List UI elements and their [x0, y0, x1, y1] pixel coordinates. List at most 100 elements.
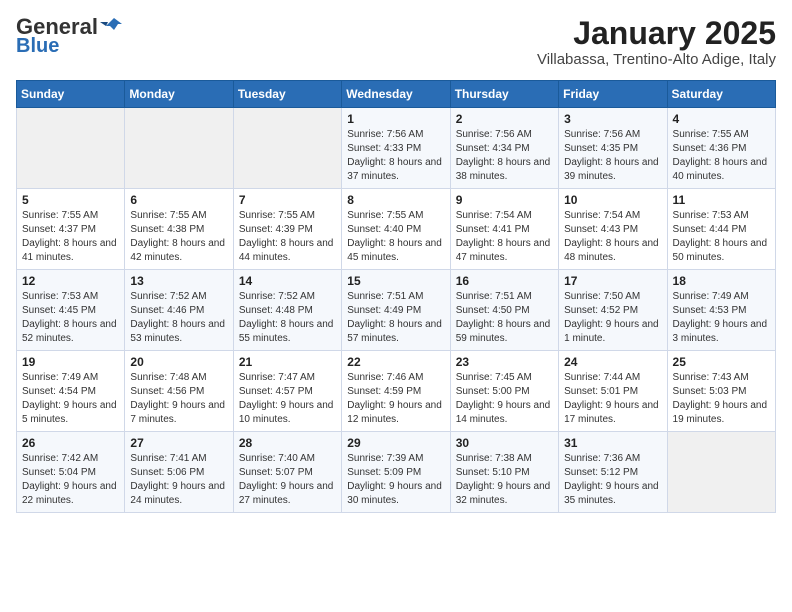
day-number: 14 [239, 274, 336, 288]
day-number: 19 [22, 355, 119, 369]
day-number: 9 [456, 193, 553, 207]
calendar-week-4: 19 Sunrise: 7:49 AMSunset: 4:54 PMDayligh… [17, 351, 776, 432]
day-number: 2 [456, 112, 553, 126]
calendar-cell: 6 Sunrise: 7:55 AMSunset: 4:38 PMDaylight… [125, 189, 233, 270]
day-number: 15 [347, 274, 444, 288]
calendar-cell: 21 Sunrise: 7:47 AMSunset: 4:57 PMDayligh… [233, 351, 341, 432]
logo-blue-text: Blue [16, 36, 59, 56]
day-number: 7 [239, 193, 336, 207]
calendar-week-1: 1 Sunrise: 7:56 AMSunset: 4:33 PMDaylight… [17, 108, 776, 189]
calendar-cell: 30 Sunrise: 7:38 AMSunset: 5:10 PMDayligh… [450, 432, 558, 513]
day-info: Sunrise: 7:56 AMSunset: 4:33 PMDaylight:… [347, 128, 444, 184]
calendar-cell: 26 Sunrise: 7:42 AMSunset: 5:04 PMDayligh… [17, 432, 125, 513]
calendar-cell [233, 108, 341, 189]
day-info: Sunrise: 7:55 AMSunset: 4:39 PMDaylight:… [239, 209, 336, 265]
calendar-cell: 1 Sunrise: 7:56 AMSunset: 4:33 PMDaylight… [342, 108, 450, 189]
calendar-header-saturday: Saturday [667, 81, 775, 108]
day-info: Sunrise: 7:46 AMSunset: 4:59 PMDaylight:… [347, 371, 444, 427]
calendar-cell: 20Sunrise: 7:48 AMSunset: 4:56 PMDayligh… [125, 351, 233, 432]
calendar-cell: 15 Sunrise: 7:51 AMSunset: 4:49 PMDayligh… [342, 270, 450, 351]
day-number: 21 [239, 355, 336, 369]
day-number: 23 [456, 355, 553, 369]
calendar-header-row: SundayMondayTuesdayWednesdayThursdayFrid… [17, 81, 776, 108]
title-block: January 2025 Villabassa, Trentino-Alto A… [537, 16, 776, 68]
calendar-cell: 24 Sunrise: 7:44 AMSunset: 5:01 PMDayligh… [559, 351, 667, 432]
day-number: 6 [130, 193, 227, 207]
day-number: 8 [347, 193, 444, 207]
day-number: 26 [22, 436, 119, 450]
day-info: Sunrise: 7:56 AMSunset: 4:34 PMDaylight:… [456, 128, 553, 184]
calendar-header-sunday: Sunday [17, 81, 125, 108]
calendar-cell: 22Sunrise: 7:46 AMSunset: 4:59 PMDayligh… [342, 351, 450, 432]
calendar-cell: 25Sunrise: 7:43 AMSunset: 5:03 PMDayligh… [667, 351, 775, 432]
day-info: Sunrise: 7:52 AMSunset: 4:48 PMDaylight:… [239, 290, 336, 346]
calendar-header-wednesday: Wednesday [342, 81, 450, 108]
day-info: Sunrise: 7:49 AMSunset: 4:54 PMDaylight:… [22, 371, 119, 427]
day-number: 13 [130, 274, 227, 288]
day-info: Sunrise: 7:47 AMSunset: 4:57 PMDaylight:… [239, 371, 336, 427]
calendar-cell: 9 Sunrise: 7:54 AMSunset: 4:41 PMDaylight… [450, 189, 558, 270]
calendar-cell: 29 Sunrise: 7:39 AMSunset: 5:09 PMDayligh… [342, 432, 450, 513]
day-info: Sunrise: 7:48 AMSunset: 4:56 PMDaylight:… [130, 371, 227, 427]
calendar-week-2: 5 Sunrise: 7:55 AMSunset: 4:37 PMDaylight… [17, 189, 776, 270]
day-number: 5 [22, 193, 119, 207]
day-info: Sunrise: 7:44 AMSunset: 5:01 PMDaylight:… [564, 371, 661, 427]
day-info: Sunrise: 7:41 AMSunset: 5:06 PMDaylight:… [130, 452, 227, 508]
calendar-cell: 11 Sunrise: 7:53 AMSunset: 4:44 PMDayligh… [667, 189, 775, 270]
day-info: Sunrise: 7:55 AMSunset: 4:38 PMDaylight:… [130, 209, 227, 265]
day-number: 25 [673, 355, 770, 369]
calendar-cell: 13Sunrise: 7:52 AMSunset: 4:46 PMDayligh… [125, 270, 233, 351]
calendar-cell [17, 108, 125, 189]
calendar-cell: 5 Sunrise: 7:55 AMSunset: 4:37 PMDaylight… [17, 189, 125, 270]
day-info: Sunrise: 7:40 AMSunset: 5:07 PMDaylight:… [239, 452, 336, 508]
calendar-header-friday: Friday [559, 81, 667, 108]
day-info: Sunrise: 7:54 AMSunset: 4:41 PMDaylight:… [456, 209, 553, 265]
day-number: 28 [239, 436, 336, 450]
day-number: 29 [347, 436, 444, 450]
day-number: 10 [564, 193, 661, 207]
day-number: 4 [673, 112, 770, 126]
calendar-cell [667, 432, 775, 513]
day-info: Sunrise: 7:49 AMSunset: 4:53 PMDaylight:… [673, 290, 770, 346]
day-number: 1 [347, 112, 444, 126]
calendar-cell: 23Sunrise: 7:45 AMSunset: 5:00 PMDayligh… [450, 351, 558, 432]
day-number: 3 [564, 112, 661, 126]
calendar-week-5: 26 Sunrise: 7:42 AMSunset: 5:04 PMDayligh… [17, 432, 776, 513]
logo-bird-icon [100, 16, 122, 34]
day-number: 11 [673, 193, 770, 207]
day-info: Sunrise: 7:39 AMSunset: 5:09 PMDaylight:… [347, 452, 444, 508]
day-number: 18 [673, 274, 770, 288]
day-number: 30 [456, 436, 553, 450]
calendar-cell: 2 Sunrise: 7:56 AMSunset: 4:34 PMDaylight… [450, 108, 558, 189]
day-info: Sunrise: 7:36 AMSunset: 5:12 PMDaylight:… [564, 452, 661, 508]
day-number: 27 [130, 436, 227, 450]
day-info: Sunrise: 7:55 AMSunset: 4:37 PMDaylight:… [22, 209, 119, 265]
calendar-cell: 12 Sunrise: 7:53 AMSunset: 4:45 PMDayligh… [17, 270, 125, 351]
day-info: Sunrise: 7:42 AMSunset: 5:04 PMDaylight:… [22, 452, 119, 508]
calendar-cell: 28 Sunrise: 7:40 AMSunset: 5:07 PMDayligh… [233, 432, 341, 513]
day-info: Sunrise: 7:50 AMSunset: 4:52 PMDaylight:… [564, 290, 661, 346]
logo: General Blue [16, 16, 122, 56]
page-title: January 2025 [537, 16, 776, 51]
calendar-cell: 4 Sunrise: 7:55 AMSunset: 4:36 PMDaylight… [667, 108, 775, 189]
day-info: Sunrise: 7:56 AMSunset: 4:35 PMDaylight:… [564, 128, 661, 184]
day-info: Sunrise: 7:54 AMSunset: 4:43 PMDaylight:… [564, 209, 661, 265]
day-info: Sunrise: 7:51 AMSunset: 4:49 PMDaylight:… [347, 290, 444, 346]
day-info: Sunrise: 7:38 AMSunset: 5:10 PMDaylight:… [456, 452, 553, 508]
day-number: 12 [22, 274, 119, 288]
calendar-cell: 8 Sunrise: 7:55 AMSunset: 4:40 PMDaylight… [342, 189, 450, 270]
calendar-header-thursday: Thursday [450, 81, 558, 108]
calendar-cell: 31Sunrise: 7:36 AMSunset: 5:12 PMDayligh… [559, 432, 667, 513]
day-info: Sunrise: 7:55 AMSunset: 4:40 PMDaylight:… [347, 209, 444, 265]
calendar-cell: 14 Sunrise: 7:52 AMSunset: 4:48 PMDayligh… [233, 270, 341, 351]
calendar-cell: 10 Sunrise: 7:54 AMSunset: 4:43 PMDayligh… [559, 189, 667, 270]
calendar-week-3: 12 Sunrise: 7:53 AMSunset: 4:45 PMDayligh… [17, 270, 776, 351]
calendar-cell: 7 Sunrise: 7:55 AMSunset: 4:39 PMDaylight… [233, 189, 341, 270]
day-info: Sunrise: 7:53 AMSunset: 4:44 PMDaylight:… [673, 209, 770, 265]
day-info: Sunrise: 7:55 AMSunset: 4:36 PMDaylight:… [673, 128, 770, 184]
calendar-cell: 18 Sunrise: 7:49 AMSunset: 4:53 PMDayligh… [667, 270, 775, 351]
calendar-cell: 27 Sunrise: 7:41 AMSunset: 5:06 PMDayligh… [125, 432, 233, 513]
calendar-cell: 16Sunrise: 7:51 AMSunset: 4:50 PMDayligh… [450, 270, 558, 351]
day-info: Sunrise: 7:53 AMSunset: 4:45 PMDaylight:… [22, 290, 119, 346]
day-number: 24 [564, 355, 661, 369]
